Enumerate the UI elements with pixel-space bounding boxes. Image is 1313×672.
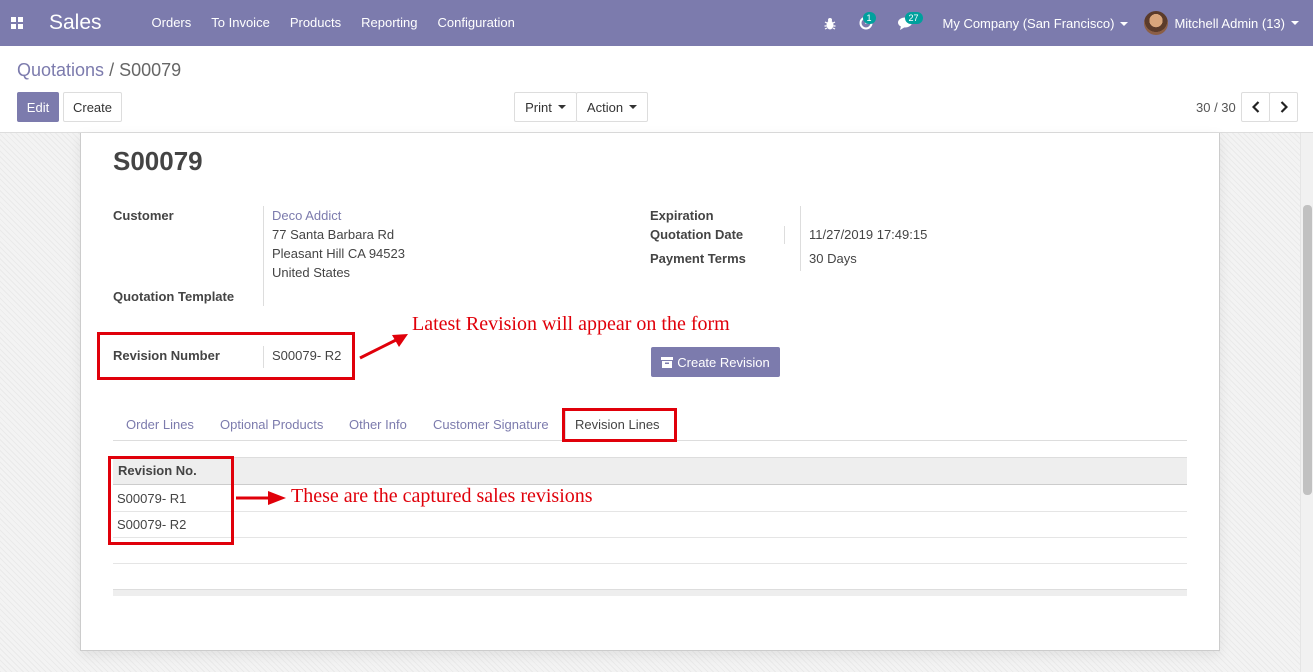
- row-divider: [113, 563, 1187, 564]
- company-name: My Company (San Francisco): [942, 15, 1115, 31]
- vertical-scrollbar[interactable]: [1300, 133, 1313, 672]
- pager-previous-button[interactable]: [1241, 92, 1270, 122]
- messages-count-badge: 27: [904, 12, 923, 24]
- quotation-date-label: Quotation Date: [650, 227, 744, 242]
- breadcrumb: Quotations / S00079: [17, 60, 181, 81]
- revision-table-footer: [113, 589, 1187, 596]
- activity-count-badge: 1: [862, 12, 876, 24]
- annotation-latest-revision: Latest Revision will appear on the form: [412, 313, 730, 335]
- debug-bug-icon[interactable]: [813, 0, 847, 46]
- print-label: Print: [525, 99, 552, 115]
- payment-terms-value: 30 Days: [809, 251, 857, 266]
- row-divider: [113, 537, 1187, 538]
- app-brand[interactable]: Sales: [49, 0, 102, 46]
- main-menu: Orders To Invoice Products Reporting Con…: [142, 0, 525, 46]
- top-navbar: Sales Orders To Invoice Products Reporti…: [0, 0, 1313, 46]
- breadcrumb-quotations-link[interactable]: Quotations: [17, 60, 104, 80]
- archive-icon: [661, 356, 674, 368]
- menu-orders[interactable]: Orders: [142, 0, 202, 46]
- chevron-down-icon: [1120, 22, 1129, 27]
- expiration-label: Expiration: [650, 208, 714, 223]
- breadcrumb-separator: /: [109, 60, 115, 80]
- annotation-captured-revisions: These are the captured sales revisions: [291, 485, 593, 507]
- tab-order-lines[interactable]: Order Lines: [126, 417, 194, 432]
- avatar: [1144, 11, 1169, 35]
- create-revision-button[interactable]: Create Revision: [651, 347, 780, 377]
- customer-label: Customer: [113, 208, 174, 223]
- menu-reporting[interactable]: Reporting: [351, 0, 427, 46]
- quotation-title: S00079: [113, 146, 203, 176]
- revision-rows-highlight: [108, 456, 234, 545]
- quotation-date-value: 11/27/2019 17:49:15: [809, 227, 928, 242]
- breadcrumb-current: S00079: [119, 60, 182, 80]
- quotation-template-label: Quotation Template: [113, 289, 235, 304]
- customer-address-street: 77 Santa Barbara Rd: [272, 227, 395, 242]
- company-switcher[interactable]: My Company (San Francisco): [927, 16, 1145, 31]
- chevron-right-icon: [1280, 101, 1288, 113]
- customer-address-city: Pleasant Hill CA 94523: [272, 246, 405, 261]
- revision-lines-tab-highlight: [562, 408, 677, 442]
- customer-address-country: United States: [272, 265, 351, 280]
- chevron-down-icon: [557, 105, 566, 109]
- scrollbar-thumb[interactable]: [1303, 205, 1312, 495]
- payment-terms-label: Payment Terms: [650, 251, 746, 266]
- menu-products[interactable]: Products: [280, 0, 351, 46]
- customer-link[interactable]: Deco Addict: [272, 208, 341, 223]
- create-revision-label: Create Revision: [677, 354, 770, 370]
- create-button[interactable]: Create: [63, 92, 122, 122]
- menu-configuration[interactable]: Configuration: [428, 0, 525, 46]
- user-menu[interactable]: Mitchell Admin (13): [1144, 11, 1313, 35]
- chevron-left-icon: [1251, 101, 1259, 113]
- field-separator: [263, 206, 264, 306]
- user-name: Mitchell Admin (13): [1174, 15, 1285, 31]
- field-separator: [800, 206, 801, 271]
- print-dropdown[interactable]: Print: [514, 92, 577, 122]
- activity-clock-icon[interactable]: 1: [847, 0, 885, 46]
- apps-menu-icon[interactable]: [0, 0, 34, 46]
- messages-chat-icon[interactable]: 27: [885, 0, 927, 46]
- menu-to-invoice[interactable]: To Invoice: [201, 0, 280, 46]
- tab-other-info[interactable]: Other Info: [349, 417, 407, 432]
- pager-next-button[interactable]: [1269, 92, 1298, 122]
- revision-table-header: [113, 457, 1187, 485]
- chevron-down-icon: [629, 105, 638, 109]
- revision-number-highlight: [97, 332, 355, 380]
- action-label: Action: [586, 99, 624, 115]
- chevron-down-icon: [1291, 21, 1299, 25]
- field-separator: [784, 226, 785, 244]
- edit-button[interactable]: Edit: [17, 92, 59, 122]
- arrow-to-revision-number-icon: [359, 334, 408, 360]
- arrow-to-revision-rows-icon: [236, 491, 286, 505]
- action-dropdown[interactable]: Action: [576, 92, 648, 122]
- row-divider: [113, 511, 1187, 512]
- tab-optional-products[interactable]: Optional Products: [220, 417, 323, 432]
- tab-customer-signature[interactable]: Customer Signature: [433, 417, 549, 432]
- pager-counter[interactable]: 30 / 30: [1196, 100, 1236, 115]
